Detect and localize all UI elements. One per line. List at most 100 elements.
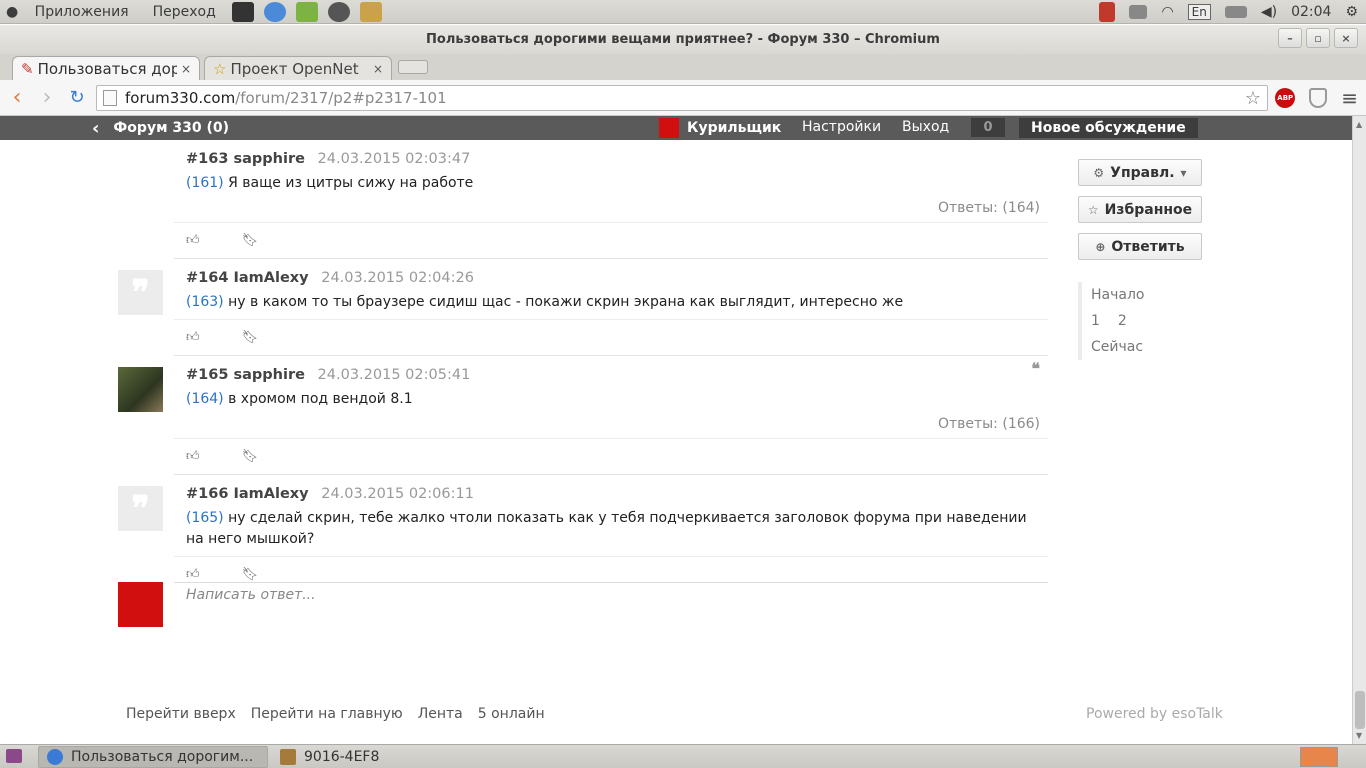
author-name[interactable]: sapphire <box>233 367 304 383</box>
powered-by-link[interactable]: Powered by esoTalk <box>1086 706 1223 722</box>
reply-reference-link[interactable]: (165) <box>186 510 224 526</box>
scrubber-now[interactable]: Сейчас <box>1091 334 1202 360</box>
volume-icon[interactable]: ◀) <box>1261 4 1277 20</box>
show-desktop-icon[interactable] <box>6 749 22 763</box>
wifi-icon[interactable]: ◠ <box>1161 4 1173 20</box>
logout-link[interactable]: Выход <box>902 119 949 135</box>
author-name[interactable]: IamAlexy <box>233 270 308 286</box>
post-date[interactable]: 24.03.2015 02:05:41 <box>318 367 471 383</box>
new-discussion-button[interactable]: Новое обсуждение <box>1019 118 1198 138</box>
power-icon[interactable]: ⚙ <box>1345 4 1358 20</box>
manage-button[interactable]: ⚙ Управл. ▾ <box>1078 159 1202 186</box>
bookmark-icon[interactable]: 🔖︎ <box>242 449 259 464</box>
address-bar[interactable]: forum330.com /forum/2317/p2#p2317-101 ☆ <box>96 85 1268 111</box>
favorite-button[interactable]: ☆ Избранное <box>1078 196 1202 223</box>
reply-button[interactable]: ⊕ Ответить <box>1078 233 1202 260</box>
scroll-up-icon[interactable]: ▲ <box>1356 120 1362 129</box>
author-name[interactable]: sapphire <box>233 151 304 167</box>
username: Курильщик <box>687 120 782 136</box>
terminal-icon[interactable] <box>231 1 254 22</box>
document-viewer-icon[interactable] <box>1099 1 1116 22</box>
replies-link[interactable]: Ответы: (166) <box>174 410 1048 438</box>
taskbar-item-drive[interactable]: 9016-4EF8 <box>272 746 387 768</box>
apps-menu[interactable]: ● Приложения <box>6 4 141 20</box>
hardware-icon[interactable] <box>1129 4 1148 19</box>
tab-forum[interactable]: ✎ Пользоваться дорогими вещами приятнее?… <box>12 56 200 80</box>
browser-toolbar: ‹ › ↻ forum330.com /forum/2317/p2#p2317-… <box>0 80 1366 116</box>
online-count-link[interactable]: 5 онлайн <box>478 706 545 722</box>
tab-title: Пользоваться дорогими вещами приятнее? -… <box>37 59 177 78</box>
chromium-launcher-icon[interactable] <box>263 1 286 22</box>
like-icon[interactable]: 👍︎ <box>186 233 200 248</box>
bottom-taskbar: Пользоваться дорогим... 9016-4EF8 <box>0 744 1366 768</box>
back-icon[interactable]: ‹ <box>4 85 30 111</box>
bookmark-icon[interactable]: 🔖︎ <box>242 233 259 248</box>
like-icon[interactable]: 👍︎ <box>186 567 200 582</box>
page-scrollbar[interactable]: ▲ ▼ <box>1352 116 1366 744</box>
forum-title-link[interactable]: Форум 330 (0) <box>113 120 229 136</box>
tab-close-icon[interactable]: × <box>181 62 191 76</box>
post-date[interactable]: 24.03.2015 02:03:47 <box>318 151 471 167</box>
maximize-button[interactable]: ▫ <box>1306 28 1330 48</box>
window-titlebar: Пользоваться дорогими вещами приятнее? -… <box>0 25 1366 54</box>
forum-footer: Перейти вверх Перейти на главную Лента 5… <box>126 706 545 722</box>
keyboard-layout[interactable]: En <box>1187 3 1211 20</box>
reply-reference-link[interactable]: (161) <box>186 175 224 191</box>
scroll-down-icon[interactable]: ▼ <box>1356 731 1362 740</box>
workspace-switcher[interactable] <box>1300 747 1338 767</box>
go-top-link[interactable]: Перейти вверх <box>126 706 236 722</box>
menu-icon[interactable]: ≡ <box>1341 86 1358 110</box>
taskbar-item-label: 9016-4EF8 <box>304 748 380 765</box>
scrubber-page-1[interactable]: 1 <box>1091 313 1100 329</box>
forum-header-bar: ‹ Форум 330 (0) Курильщик Настройки Выхо… <box>0 116 1352 140</box>
reply-reference-link[interactable]: (164) <box>186 391 224 407</box>
user-link[interactable]: Курильщик <box>659 118 781 138</box>
go-home-link[interactable]: Перейти на главную <box>251 706 403 722</box>
new-tab-button[interactable] <box>398 60 428 74</box>
reply-input[interactable]: Написать ответ... <box>174 582 1048 607</box>
forward-icon[interactable]: › <box>34 85 60 111</box>
tab-close-icon[interactable]: × <box>373 62 383 76</box>
shield-icon[interactable] <box>1309 88 1328 108</box>
update-icon[interactable] <box>327 1 350 22</box>
feed-link[interactable]: Лента <box>418 706 463 722</box>
post-number: #164 <box>186 270 229 286</box>
quote-icon[interactable]: ❝ <box>1031 359 1040 378</box>
bookmark-icon[interactable]: 🔖︎ <box>242 567 259 582</box>
archive-icon[interactable] <box>359 1 382 22</box>
system-top-panel: ● Приложения Переход ◠ En ◀) 02:04 ⚙ <box>0 0 1366 24</box>
minimize-button[interactable]: – <box>1278 28 1302 48</box>
post-text: ну сделай скрин, тебе жалко чтоли показа… <box>186 510 1027 547</box>
like-icon[interactable]: 👍︎ <box>186 449 200 464</box>
scroll-thumb[interactable] <box>1355 691 1365 729</box>
post-number: #165 <box>186 367 229 383</box>
scrubber-start[interactable]: Начало <box>1091 282 1202 308</box>
taskbar-item-chromium[interactable]: Пользоваться дорогим... <box>38 745 268 768</box>
adblock-icon[interactable]: ABP <box>1275 88 1296 108</box>
reply-reference-link[interactable]: (163) <box>186 294 224 310</box>
tab-title: Проект OpenNet <box>230 59 359 78</box>
bookmark-icon[interactable]: 🔖︎ <box>242 330 259 345</box>
my-avatar <box>118 582 163 627</box>
user-icon[interactable] <box>295 1 318 22</box>
scrubber-page-2[interactable]: 2 <box>1118 313 1127 329</box>
post-date[interactable]: 24.03.2015 02:04:26 <box>321 270 474 286</box>
replies-link[interactable]: Ответы: (164) <box>174 194 1048 222</box>
clock[interactable]: 02:04 <box>1291 4 1331 20</box>
default-avatar-quote-icon: ❞ <box>118 486 163 531</box>
back-chevron-icon[interactable]: ‹ <box>92 118 99 139</box>
close-window-button[interactable]: × <box>1334 28 1358 48</box>
author-avatar[interactable] <box>118 367 163 412</box>
post-text: ну в каком то ты браузере сидиш щас - по… <box>228 294 904 310</box>
notification-count[interactable]: 0 <box>971 118 1005 137</box>
bookmark-star-icon[interactable]: ☆ <box>1245 88 1261 109</box>
tab-opennet[interactable]: ☆ Проект OpenNet × <box>204 56 392 80</box>
reload-icon[interactable]: ↻ <box>64 85 90 111</box>
like-icon[interactable]: 👍︎ <box>186 330 200 345</box>
places-menu[interactable]: Переход <box>153 4 216 20</box>
post-166: ❞ #166 IamAlexy 24.03.2015 02:06:11 (165… <box>118 474 1048 592</box>
battery-icon[interactable] <box>1224 5 1247 18</box>
author-name[interactable]: IamAlexy <box>233 486 308 502</box>
settings-link[interactable]: Настройки <box>802 119 881 135</box>
post-date[interactable]: 24.03.2015 02:06:11 <box>321 486 474 502</box>
